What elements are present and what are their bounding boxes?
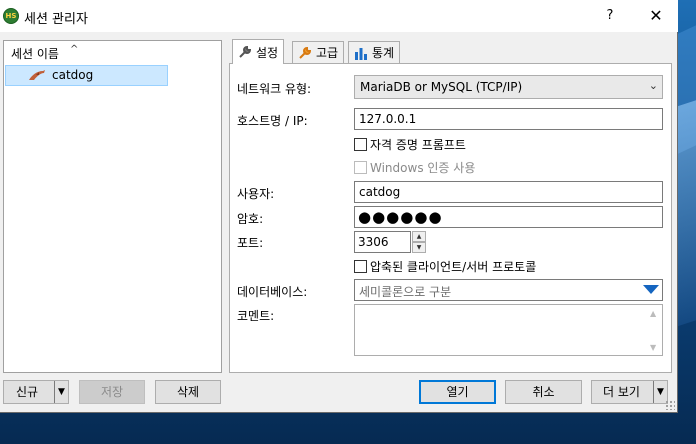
windows-auth-label: Windows 인증 사용 <box>370 161 476 175</box>
dolphin-icon <box>29 70 45 80</box>
user-label: 사용자: <box>237 187 275 201</box>
port-decrement-button[interactable]: ▼ <box>412 242 426 253</box>
session-manager-dialog: HS 세션 관리자 ? ✕ 세션 이름 ^ catdog 설정 고급 통계 네트… <box>0 0 678 413</box>
tab-statistics-label: 통계 <box>372 46 395 60</box>
bar-chart-icon <box>355 47 367 60</box>
tab-advanced[interactable]: 고급 <box>292 41 345 63</box>
app-icon: HS <box>3 8 19 24</box>
cancel-button[interactable]: 취소 <box>505 380 582 404</box>
comment-textarea[interactable]: ▲ ▼ <box>354 304 663 356</box>
compressed-protocol-label: 압축된 클라이언트/서버 프로토콜 <box>370 260 537 274</box>
port-input[interactable]: 3306 <box>354 231 411 253</box>
host-input[interactable]: 127.0.0.1 <box>354 108 663 130</box>
open-button[interactable]: 열기 <box>419 380 496 404</box>
new-button-label: 신규 <box>16 385 39 399</box>
user-input[interactable]: catdog <box>354 181 663 203</box>
help-button[interactable]: ? <box>596 0 624 32</box>
tab-settings-label: 설정 <box>256 45 279 60</box>
new-dropdown-arrow-icon[interactable]: ▼ <box>54 381 68 403</box>
network-type-value: MariaDB or MySQL (TCP/IP) <box>360 80 523 94</box>
tree-column-header[interactable]: 세션 이름 ^ <box>4 41 221 63</box>
compressed-protocol-checkbox[interactable]: 압축된 클라이언트/서버 프로토콜 <box>354 258 536 275</box>
wrench-orange-icon <box>299 46 312 59</box>
database-label: 데이터베이스: <box>237 285 308 299</box>
tab-statistics[interactable]: 통계 <box>348 41 401 63</box>
delete-button[interactable]: 삭제 <box>155 380 221 404</box>
wrench-icon <box>239 45 252 58</box>
network-type-label: 네트워크 유형: <box>237 82 312 96</box>
title-bar: HS 세션 관리자 ? ✕ <box>0 0 678 32</box>
scroll-down-icon[interactable]: ▼ <box>650 343 656 352</box>
dropdown-arrow-icon[interactable] <box>643 285 659 294</box>
checkbox-box <box>354 260 367 273</box>
tab-settings[interactable]: 설정 <box>232 39 285 64</box>
database-input[interactable]: 세미콜론으로 구분 <box>354 279 663 301</box>
password-input[interactable]: ●●●●●● <box>354 206 663 228</box>
scroll-up-icon[interactable]: ▲ <box>650 309 656 318</box>
tab-advanced-label: 고급 <box>316 46 339 60</box>
comment-label: 코멘트: <box>237 309 275 323</box>
session-item-catdog[interactable]: catdog <box>5 65 168 86</box>
checkbox-box <box>354 161 367 174</box>
window-title: 세션 관리자 <box>24 12 88 27</box>
comment-scrollbar[interactable]: ▲ ▼ <box>647 305 662 355</box>
host-label: 호스트명 / IP: <box>237 114 308 128</box>
checkbox-box <box>354 138 367 151</box>
database-placeholder: 세미콜론으로 구분 <box>359 285 452 299</box>
chevron-down-icon: ⌄ <box>648 79 658 92</box>
prompt-credentials-checkbox[interactable]: 자격 증명 프롬프트 <box>354 136 466 153</box>
resize-grip[interactable] <box>665 400 675 410</box>
save-button[interactable]: 저장 <box>79 380 145 404</box>
password-label: 암호: <box>237 212 264 226</box>
close-button[interactable]: ✕ <box>638 0 674 32</box>
port-label: 포트: <box>237 236 264 250</box>
sort-ascending-icon: ^ <box>70 44 79 55</box>
windows-auth-checkbox[interactable]: Windows 인증 사용 <box>354 159 475 176</box>
new-button[interactable]: 신규 ▼ <box>3 380 69 404</box>
network-type-select[interactable]: MariaDB or MySQL (TCP/IP) ⌄ <box>354 75 663 99</box>
tree-header-label: 세션 이름 <box>11 47 59 61</box>
more-button-label: 더 보기 <box>603 385 640 399</box>
session-tree[interactable]: 세션 이름 ^ catdog <box>3 40 222 373</box>
more-button[interactable]: 더 보기 ▼ <box>591 380 668 404</box>
prompt-credentials-label: 자격 증명 프롬프트 <box>370 138 466 152</box>
port-increment-button[interactable]: ▲ <box>412 231 426 242</box>
session-item-label: catdog <box>52 68 94 82</box>
